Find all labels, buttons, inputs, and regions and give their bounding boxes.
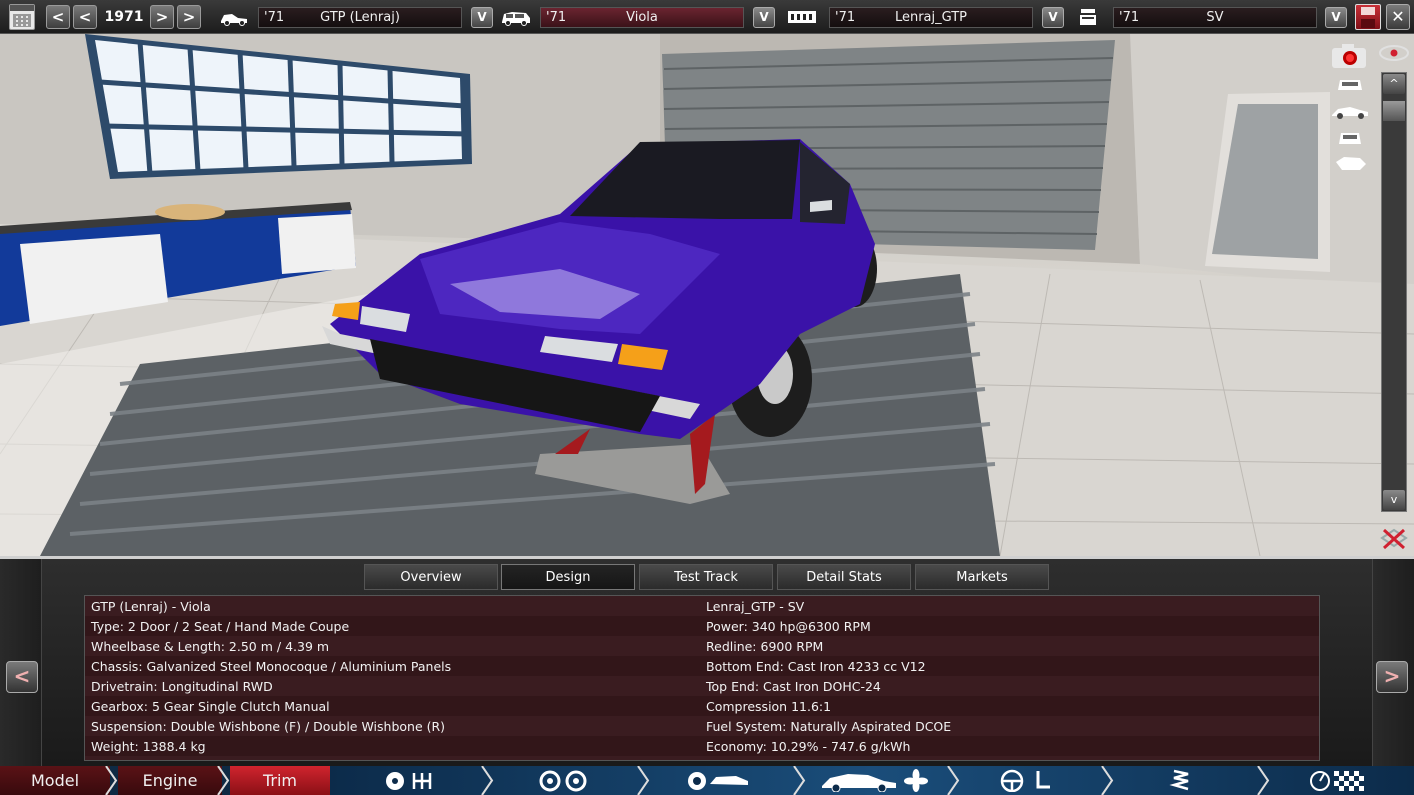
next-page-button[interactable]: > [1376, 661, 1408, 693]
engine-family-dropdown-button[interactable]: V [1042, 7, 1064, 28]
step-trim[interactable]: Trim [230, 766, 330, 795]
brakes-panels-icon[interactable] [686, 769, 752, 792]
bottom-end-line: Bottom End: Cast Iron 4233 cc V12 [706, 659, 926, 674]
compression-line: Compression 11.6:1 [706, 699, 832, 714]
garage-scene [0, 34, 1414, 556]
chevron-right-icon [481, 766, 494, 795]
previous-page-button[interactable]: < [6, 661, 38, 693]
camera-icon[interactable] [1330, 42, 1370, 70]
view-top-icon[interactable] [1330, 152, 1370, 174]
year-back-button[interactable]: < [73, 5, 97, 29]
weight-line: Weight: 1388.4 kg [91, 739, 206, 754]
chevron-right-icon [1257, 766, 1270, 795]
chevron-right-icon [947, 766, 960, 795]
scroll-thumb[interactable] [1383, 101, 1405, 121]
interior-seat-icon[interactable] [1000, 769, 1056, 792]
drivetrain-gearbox-icon[interactable] [384, 769, 434, 792]
tab-test-track[interactable]: Test Track [639, 564, 773, 590]
body-aero-icon[interactable] [820, 769, 930, 792]
engine-family-name: Lenraj_GTP [894, 10, 968, 25]
top-end-line: Top End: Cast Iron DOHC-24 [706, 679, 881, 694]
car-model-icon [221, 14, 247, 26]
piston-icon [1080, 9, 1096, 25]
top-toolbar: < < 1971 > > '71 GTP (Lenraj) V '71 Viol… [0, 0, 1414, 34]
redline-line: Redline: 6900 RPM [706, 639, 824, 654]
tab-detail-stats[interactable]: Detail Stats [777, 564, 911, 590]
stats-box: GTP (Lenraj) - Viola Type: 2 Door / 2 Se… [84, 595, 1320, 761]
gearbox-line: Gearbox: 5 Gear Single Clutch Manual [91, 699, 330, 714]
engine-name-line: Lenraj_GTP - SV [706, 599, 805, 614]
trim-dropdown-button[interactable]: V [753, 7, 775, 28]
view-side-icon[interactable] [1330, 100, 1370, 122]
eye-icon[interactable] [1378, 44, 1410, 62]
car-name-line: GTP (Lenraj) - Viola [91, 599, 211, 614]
engine-family-select[interactable]: '71 Lenraj_GTP [829, 7, 1033, 28]
power-line: Power: 340 hp@6300 RPM [706, 619, 871, 634]
step-model[interactable]: Model [0, 766, 110, 795]
calendar-icon[interactable] [9, 4, 35, 30]
engine-variant-select[interactable]: '71 SV [1113, 7, 1317, 28]
year-forward-button[interactable]: > [150, 5, 174, 29]
chevron-right-icon [105, 766, 118, 795]
fuel-system-line: Fuel System: Naturally Aspirated DCOE [706, 719, 952, 734]
view-rear-icon[interactable] [1330, 126, 1370, 148]
scroll-up-button[interactable]: ^ [1383, 74, 1405, 94]
engine-block-icon [788, 11, 816, 23]
engine-variant-dropdown-button[interactable]: V [1325, 7, 1347, 28]
year-back-fast-button[interactable]: < [46, 5, 70, 29]
model-select[interactable]: '71 GTP (Lenraj) [258, 7, 462, 28]
chassis-line: Chassis: Galvanized Steel Monocoque / Al… [91, 659, 452, 674]
chevron-right-icon [793, 766, 806, 795]
view-scrollbar[interactable]: ^ v [1381, 72, 1407, 512]
chassis-wheels-icon[interactable] [538, 769, 590, 792]
car-3d-viewport[interactable]: ^ v [0, 34, 1414, 556]
wheelbase-line: Wheelbase & Length: 2.50 m / 4.39 m [91, 639, 330, 654]
model-name: GTP (Lenraj) [320, 10, 400, 25]
scroll-down-button[interactable]: v [1383, 490, 1405, 510]
year-display: 1971 [104, 9, 144, 25]
model-dropdown-button[interactable]: V [471, 7, 493, 28]
trim-select[interactable]: '71 Viola [540, 7, 744, 28]
suspension-spring-icon[interactable] [1166, 769, 1196, 792]
engine-variant-name: SV [1206, 10, 1224, 25]
lift-toggle-icon[interactable] [1378, 526, 1410, 550]
year-forward-fast-button[interactable]: > [177, 5, 201, 29]
economy-line: Economy: 10.29% - 747.6 g/kWh [706, 739, 911, 754]
tab-markets[interactable]: Markets [915, 564, 1049, 590]
tab-overview[interactable]: Overview [364, 564, 498, 590]
close-icon[interactable]: ✕ [1386, 4, 1410, 30]
chevron-right-icon [217, 766, 230, 795]
tab-design[interactable]: Design [501, 564, 635, 590]
suspension-line: Suspension: Double Wishbone (F) / Double… [91, 719, 446, 734]
car-trim-icon [502, 12, 530, 26]
test-drive-finish-icon[interactable] [1310, 769, 1366, 792]
view-front-icon[interactable] [1330, 72, 1370, 94]
info-panel: Overview Design Test Track Detail Stats … [0, 556, 1414, 769]
designer-step-bar: Model Engine Trim [0, 766, 1414, 795]
trim-name: Viola [626, 10, 658, 25]
chevron-right-icon [1101, 766, 1114, 795]
save-icon[interactable] [1355, 4, 1381, 30]
step-engine[interactable]: Engine [118, 766, 222, 795]
chevron-right-icon [637, 766, 650, 795]
car-type-line: Type: 2 Door / 2 Seat / Hand Made Coupe [91, 619, 350, 634]
drivetrain-line: Drivetrain: Longitudinal RWD [91, 679, 273, 694]
